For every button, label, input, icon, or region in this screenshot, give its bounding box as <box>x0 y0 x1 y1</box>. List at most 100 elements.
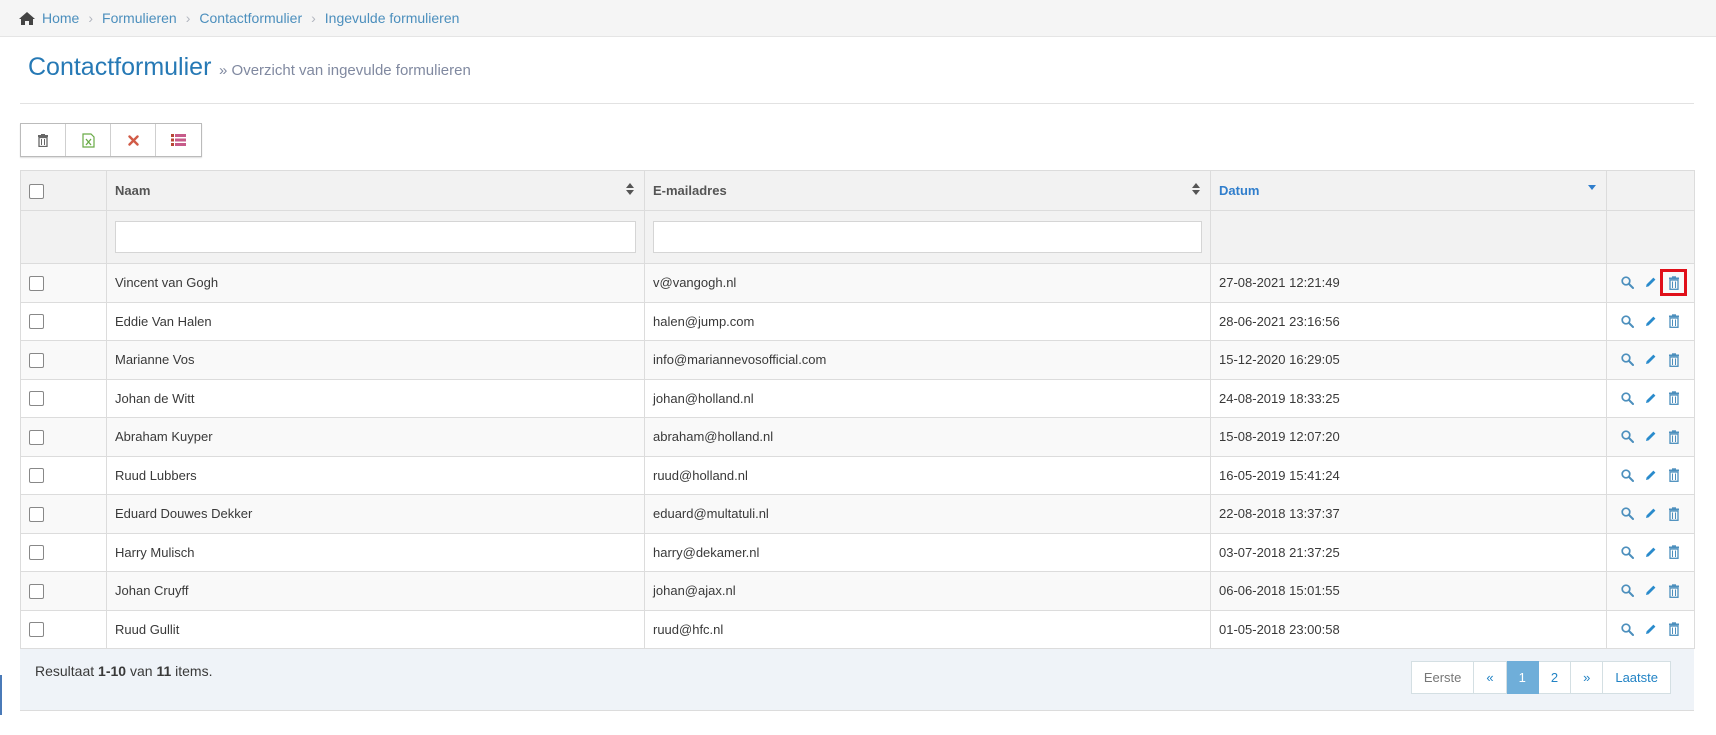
clear-filters-button[interactable] <box>111 124 156 156</box>
pencil-icon <box>1646 547 1656 557</box>
row-actions-cell <box>1606 455 1695 495</box>
edit-button[interactable] <box>1642 505 1659 522</box>
trash-icon <box>1668 314 1679 329</box>
edit-button[interactable] <box>1642 621 1659 638</box>
row-actions-cell <box>1606 378 1695 418</box>
row-actions-cell <box>1606 571 1695 611</box>
delete-button[interactable] <box>1665 351 1682 368</box>
trash-icon <box>38 133 48 147</box>
cell-datum: 01-05-2018 23:00:58 <box>1210 609 1607 649</box>
trash-icon <box>1668 276 1679 290</box>
excel-export-button[interactable] <box>66 124 111 156</box>
filter-cell-actions <box>1606 210 1695 264</box>
table-header-row: Naam E-mailadres Datum <box>20 170 1695 211</box>
view-button[interactable] <box>1619 621 1636 638</box>
view-button[interactable] <box>1619 351 1636 368</box>
pencil-icon <box>1646 624 1656 634</box>
view-button[interactable] <box>1619 313 1636 330</box>
row-actions <box>1615 544 1686 561</box>
breadcrumb-ingevulde-formulieren[interactable]: Ingevulde formulieren <box>325 10 460 26</box>
edit-button[interactable] <box>1642 274 1659 291</box>
row-checkbox[interactable] <box>29 391 44 407</box>
row-checkbox[interactable] <box>29 429 44 445</box>
edit-button[interactable] <box>1642 390 1659 407</box>
delete-button[interactable] <box>1665 544 1682 561</box>
delete-button[interactable] <box>1665 582 1682 599</box>
pencil-icon <box>1646 508 1656 519</box>
breadcrumb-formulieren[interactable]: Formulieren <box>102 10 177 26</box>
page-title: Contactformulier <box>28 53 212 81</box>
list-icon <box>171 134 186 146</box>
pagination-last[interactable]: Laatste <box>1603 661 1671 694</box>
view-button[interactable] <box>1619 582 1636 599</box>
row-actions <box>1615 351 1686 368</box>
edit-button[interactable] <box>1642 582 1659 599</box>
row-checkbox[interactable] <box>29 545 44 561</box>
select-all-checkbox[interactable] <box>29 183 44 199</box>
cell-naam: Harry Mulisch <box>106 532 645 572</box>
sort-icon <box>1192 183 1200 195</box>
pagination: Eerste « 1 2 » Laatste <box>1410 661 1671 694</box>
breadcrumb-contactformulier[interactable]: Contactformulier <box>199 10 302 26</box>
breadcrumb-separator: › <box>88 10 94 26</box>
delete-button[interactable] <box>1665 467 1682 484</box>
edit-button[interactable] <box>1642 428 1659 445</box>
breadcrumb-home[interactable]: Home <box>42 10 79 26</box>
pagination-first[interactable]: Eerste <box>1410 661 1475 694</box>
row-checkbox[interactable] <box>29 468 44 484</box>
filter-naam-input[interactable] <box>115 221 636 253</box>
row-checkbox[interactable] <box>29 622 44 638</box>
column-chooser-button[interactable] <box>156 124 201 156</box>
cell-datum: 16-05-2019 15:41:24 <box>1210 455 1607 495</box>
view-button[interactable] <box>1619 428 1636 445</box>
page-subtitle: » Overzicht van ingevulde formulieren <box>219 62 471 79</box>
row-checkbox[interactable] <box>29 506 44 522</box>
row-select-cell <box>20 532 107 572</box>
row-checkbox[interactable] <box>29 352 44 368</box>
cell-datum: 28-06-2021 23:16:56 <box>1210 301 1607 341</box>
column-header-datum[interactable]: Datum <box>1210 170 1607 211</box>
edit-button[interactable] <box>1642 313 1659 330</box>
cell-emailadres: v@vangogh.nl <box>644 263 1211 303</box>
delete-button[interactable] <box>1665 313 1682 330</box>
trash-icon <box>1668 391 1679 406</box>
cell-naam: Eddie Van Halen <box>106 301 645 341</box>
view-button[interactable] <box>1619 467 1636 484</box>
edit-button[interactable] <box>1642 544 1659 561</box>
bulk-delete-button[interactable] <box>21 124 66 156</box>
view-button[interactable] <box>1619 544 1636 561</box>
row-actions <box>1615 313 1686 330</box>
table-footer: Resultaat 1-10 van 11 items. Eerste « 1 … <box>20 649 1694 711</box>
row-checkbox[interactable] <box>29 275 44 291</box>
row-checkbox[interactable] <box>29 583 44 599</box>
side-edge-marker <box>0 675 2 715</box>
delete-button[interactable] <box>1665 428 1682 445</box>
row-checkbox[interactable] <box>29 314 44 330</box>
cell-datum: 06-06-2018 15:01:55 <box>1210 571 1607 611</box>
home-icon[interactable] <box>18 11 36 26</box>
column-header-naam[interactable]: Naam <box>106 170 645 211</box>
trash-icon <box>1668 584 1679 598</box>
edit-button[interactable] <box>1642 351 1659 368</box>
pagination-prev[interactable]: « <box>1474 661 1507 694</box>
view-button[interactable] <box>1619 505 1636 522</box>
excel-export-icon <box>81 132 95 148</box>
delete-button[interactable] <box>1665 390 1682 407</box>
delete-button[interactable] <box>1665 621 1682 638</box>
table-body: Vincent van Gogh v@vangogh.nl 27-08-2021… <box>20 263 1695 649</box>
row-actions-cell <box>1606 263 1695 303</box>
pagination-next[interactable]: » <box>1571 661 1604 694</box>
row-actions-cell <box>1606 417 1695 457</box>
edit-button[interactable] <box>1642 467 1659 484</box>
view-button[interactable] <box>1619 274 1636 291</box>
pagination-page-1[interactable]: 1 <box>1506 661 1539 694</box>
pagination-page-2[interactable]: 2 <box>1538 661 1572 694</box>
delete-button[interactable] <box>1665 505 1682 522</box>
pencil-icon <box>1646 470 1656 480</box>
column-header-emailadres[interactable]: E-mailadres <box>644 170 1211 211</box>
filter-email-input[interactable] <box>653 221 1202 253</box>
pencil-icon <box>1646 393 1656 403</box>
delete-button[interactable] <box>1660 269 1687 297</box>
row-select-cell <box>20 340 107 380</box>
view-button[interactable] <box>1619 390 1636 407</box>
